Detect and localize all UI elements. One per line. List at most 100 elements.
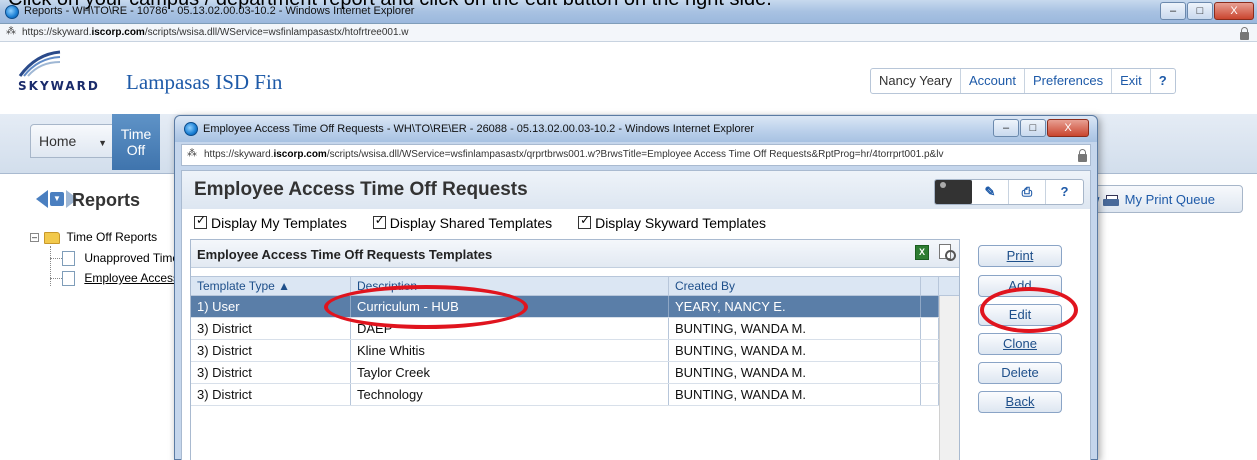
- cell-extra: [921, 340, 939, 361]
- nav-home[interactable]: Home ▼: [30, 124, 116, 158]
- annotation-ellipse-description: [324, 285, 528, 329]
- bg-address-bar[interactable]: ⁂ https://skyward.iscorp.com/scripts/wsi…: [0, 24, 1257, 42]
- nav-time-off-line2: Off: [126, 142, 146, 158]
- signal-icon: ⁂: [6, 26, 16, 37]
- templates-panel-title: Employee Access Time Off Requests Templa…: [197, 247, 493, 262]
- report-page-icon: [62, 251, 75, 267]
- cell-type: 3) District: [191, 340, 351, 361]
- checkbox-icon[interactable]: [194, 213, 207, 229]
- cell-created-by: BUNTING, WANDA M.: [669, 318, 921, 339]
- back-arrow-icon[interactable]: [36, 190, 48, 208]
- printer-icon: [1103, 194, 1120, 207]
- table-row[interactable]: 3) District Kline Whitis BUNTING, WANDA …: [191, 340, 959, 362]
- checkbox-icon[interactable]: [578, 213, 592, 229]
- grid-scrollbar[interactable]: [939, 296, 959, 460]
- annotation-ellipse-edit: [980, 287, 1078, 333]
- delete-button-label: Delete: [1001, 365, 1039, 380]
- popup-close-button[interactable]: X: [1047, 119, 1089, 137]
- skyward-header: SKYWARD Lampasas ISD Fin Nancy Yeary Acc…: [0, 42, 1257, 114]
- popup-toolbar: ✎ ⎙ ?: [934, 179, 1084, 205]
- cell-extra: [921, 362, 939, 383]
- print-toolbar-button[interactable]: ⎙: [1009, 180, 1046, 204]
- chevron-down-icon[interactable]: ▼: [98, 138, 107, 148]
- help-button[interactable]: ?: [1151, 69, 1175, 93]
- cell-created-by: BUNTING, WANDA M.: [669, 340, 921, 361]
- popup-help-button[interactable]: ?: [1046, 180, 1083, 204]
- table-row[interactable]: 3) District Technology BUNTING, WANDA M.: [191, 384, 959, 406]
- cell-created-by: YEARY, NANCY E.: [669, 296, 921, 317]
- report-page-icon: [62, 271, 75, 287]
- print-button[interactable]: Print: [978, 245, 1062, 267]
- cell-type: 3) District: [191, 318, 351, 339]
- screenshot-button[interactable]: [935, 180, 972, 205]
- popup-body: Employee Access Time Off Requests ✎ ⎙ ? …: [181, 170, 1091, 460]
- table-row[interactable]: 3) District Taylor Creek BUNTING, WANDA …: [191, 362, 959, 384]
- print-button-label: Print: [1006, 248, 1034, 263]
- nav-time-off-line1: Time: [120, 126, 152, 142]
- camera-icon: [935, 180, 972, 205]
- user-name: Nancy Yeary: [871, 69, 961, 93]
- cell-type: 3) District: [191, 384, 351, 405]
- reports-title: Reports: [72, 190, 141, 210]
- popup-address-bar[interactable]: ⁂ https://skyward.iscorp.com/scripts/wsi…: [181, 144, 1091, 166]
- col-scroll: [939, 277, 959, 295]
- my-print-queue-button[interactable]: w My Print Queue: [1083, 185, 1243, 213]
- table-row[interactable]: 3) District DAEP BUNTING, WANDA M.: [191, 318, 959, 340]
- preferences-link[interactable]: Preferences: [1025, 69, 1113, 93]
- lock-icon: [1078, 149, 1087, 162]
- back-button-label: Back: [1005, 394, 1035, 409]
- ie-icon: [184, 122, 198, 136]
- tree-connector: [50, 278, 62, 279]
- checkbox-icon[interactable]: [372, 213, 386, 229]
- cell-extra: [921, 296, 939, 317]
- popup-window-controls: – □ X: [993, 119, 1089, 137]
- cell-description: Technology: [351, 384, 669, 405]
- collapse-icon[interactable]: –: [30, 233, 39, 243]
- maximize-button[interactable]: □: [1187, 2, 1213, 20]
- delete-button[interactable]: Delete: [978, 362, 1062, 384]
- popup-window: Employee Access Time Off Requests - WH\T…: [174, 115, 1098, 460]
- tree-connector: [50, 258, 62, 259]
- display-skyward-templates[interactable]: Display Skyward Templates: [578, 213, 766, 231]
- favorite-button[interactable]: ✎: [972, 180, 1009, 204]
- excel-export-icon[interactable]: X: [915, 245, 929, 260]
- close-button[interactable]: X: [1214, 2, 1254, 20]
- popup-header: Employee Access Time Off Requests ✎ ⎙ ?: [182, 171, 1090, 209]
- popup-title: Employee Access Time Off Requests - WH\T…: [203, 123, 755, 135]
- cell-description: Taylor Creek: [351, 362, 669, 383]
- account-link[interactable]: Account: [961, 69, 1025, 93]
- minimize-button[interactable]: –: [1160, 2, 1186, 20]
- cell-extra: [921, 384, 939, 405]
- tree-root[interactable]: – Time Off Reports: [30, 228, 157, 246]
- popup-maximize-button[interactable]: □: [1020, 119, 1046, 137]
- popup-minimize-button[interactable]: –: [993, 119, 1019, 137]
- table-row[interactable]: 1) User Curriculum - HUB YEARY, NANCY E.…: [191, 296, 959, 318]
- skyward-logo: SKYWARD: [18, 79, 100, 93]
- popup-heading: Employee Access Time Off Requests: [194, 179, 528, 200]
- bookmark-icon: ✎: [984, 184, 996, 199]
- print-queue-label: My Print Queue: [1124, 192, 1215, 207]
- tree-connector: [50, 246, 51, 286]
- grid-header: Template Type ▲ Description Created By: [191, 276, 959, 296]
- preview-icon[interactable]: [939, 244, 956, 261]
- skyward-logo-swoosh-icon: [18, 50, 61, 77]
- signal-icon: ⁂: [187, 148, 197, 159]
- history-dropdown-icon[interactable]: ▼: [50, 192, 64, 206]
- col-created-by[interactable]: Created By: [669, 277, 921, 295]
- display-my-templates[interactable]: Display My Templates: [194, 213, 347, 231]
- nav-home-label: Home: [39, 133, 77, 149]
- col-extra: [921, 277, 939, 295]
- printer-icon: ⎙: [1021, 184, 1033, 199]
- cell-description: Kline Whitis: [351, 340, 669, 361]
- cell-extra: [921, 318, 939, 339]
- cell-type: 3) District: [191, 362, 351, 383]
- display-shared-templates[interactable]: Display Shared Templates: [372, 213, 552, 231]
- nav-time-off[interactable]: Time Off: [112, 114, 160, 170]
- clone-button[interactable]: Clone: [978, 333, 1062, 355]
- col-template-type[interactable]: Template Type ▲: [191, 277, 351, 295]
- folder-icon: [44, 231, 61, 244]
- cell-created-by: BUNTING, WANDA M.: [669, 362, 921, 383]
- exit-link[interactable]: Exit: [1112, 69, 1151, 93]
- back-button[interactable]: Back: [978, 391, 1062, 413]
- district-name: Lampasas ISD Fin: [126, 70, 283, 94]
